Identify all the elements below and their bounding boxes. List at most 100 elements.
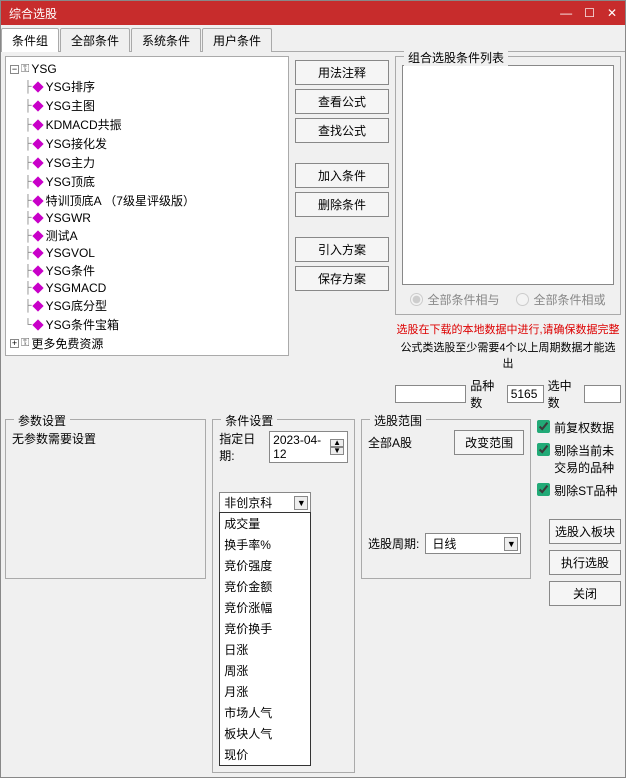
dropdown-option[interactable]: 板块人气 (220, 723, 310, 744)
period-label: 选股周期: (368, 535, 419, 552)
diamond-icon (32, 81, 43, 92)
diamond-icon (32, 247, 43, 258)
tab-condition-group[interactable]: 条件组 (1, 28, 59, 52)
diamond-icon (32, 157, 43, 168)
dropdown-option[interactable]: 竞价换手 (220, 618, 310, 639)
close-button[interactable]: 关闭 (549, 581, 621, 606)
warning-text-2: 公式类选股至少需要4个以上周期数据才能选出 (395, 339, 621, 371)
selected-count-value (584, 385, 621, 403)
blank-field[interactable] (395, 385, 466, 403)
field-dropdown-list[interactable]: 成交量 换手率% 竞价强度 竞价金额 竞价涨幅 竞价换手 日涨 周涨 月涨 市场… (219, 512, 311, 766)
params-group: 参数设置 无参数需要设置 (5, 419, 206, 579)
select-into-block-button[interactable]: 选股入板块 (549, 519, 621, 544)
tree-root-ysg[interactable]: − ⚿ YSG (10, 61, 284, 77)
chevron-down-icon[interactable]: ▼ (504, 537, 518, 551)
all-a-stocks-label: 全部A股 (368, 434, 412, 451)
expand-icon[interactable]: + (10, 339, 19, 348)
condition-tree[interactable]: − ⚿ YSG ├YSG排序 ├YSG主图 ├KDMACD共振 ├YSG接化发 … (5, 56, 289, 356)
diamond-icon (32, 265, 43, 276)
field-combo[interactable]: 非创京科 ▼ (219, 492, 311, 513)
dropdown-option[interactable]: 成交量 (220, 513, 310, 534)
combo-condition-list[interactable] (402, 65, 614, 285)
warning-text-1: 选股在下载的本地数据中进行,请确保数据完整 (395, 321, 621, 337)
collapse-icon[interactable]: − (10, 65, 19, 74)
variety-count-label: 品种数 (470, 377, 503, 411)
tree-item[interactable]: ├YSGVOL (10, 245, 284, 261)
scope-group: 选股范围 全部A股 改变范围 选股周期: 日线 ▼ (361, 419, 531, 579)
tab-all-conditions[interactable]: 全部条件 (60, 28, 130, 52)
tree-item[interactable]: ├YSG底分型 (10, 296, 284, 315)
variety-count-value: 5165 (507, 385, 544, 403)
diamond-icon (32, 319, 43, 330)
maximize-icon[interactable]: ☐ (584, 6, 595, 20)
dropdown-option[interactable]: 竞价金额 (220, 576, 310, 597)
find-formula-button[interactable]: 查找公式 (295, 118, 389, 143)
group-legend: 选股范围 (370, 412, 426, 429)
dropdown-option[interactable]: 换手率% (220, 534, 310, 555)
window-title: 综合选股 (9, 5, 57, 22)
action-button-column: 用法注释 查看公式 查找公式 加入条件 删除条件 引入方案 保存方案 (295, 56, 389, 411)
date-down-icon[interactable]: ▼ (330, 447, 344, 455)
usage-notes-button[interactable]: 用法注释 (295, 60, 389, 85)
run-selection-button[interactable]: 执行选股 (549, 550, 621, 575)
dropdown-option[interactable]: 市场人气 (220, 702, 310, 723)
diamond-icon (32, 138, 43, 149)
tree-item[interactable]: └YSG条件宝箱 (10, 315, 284, 334)
date-label: 指定日期: (219, 430, 265, 464)
tree-item[interactable]: ├特训顶底A （7级星评级版） (10, 191, 284, 210)
group-legend: 条件设置 (221, 412, 277, 429)
dropdown-option[interactable]: 周涨 (220, 660, 310, 681)
tree-item[interactable]: ├YSG顶底 (10, 172, 284, 191)
dropdown-option[interactable]: 月涨 (220, 681, 310, 702)
add-condition-button[interactable]: 加入条件 (295, 163, 389, 188)
diamond-icon (32, 230, 43, 241)
key-icon: ⚿ (21, 63, 29, 76)
diamond-icon (32, 282, 43, 293)
save-plan-button[interactable]: 保存方案 (295, 266, 389, 291)
date-input[interactable]: 2023-04-12 ▲ ▼ (269, 431, 348, 463)
tree-item[interactable]: ├YSGWR (10, 210, 284, 226)
tab-user-conditions[interactable]: 用户条件 (202, 28, 272, 52)
view-formula-button[interactable]: 查看公式 (295, 89, 389, 114)
tree-item[interactable]: ├KDMACD共振 (10, 115, 284, 134)
diamond-icon (32, 195, 43, 206)
dropdown-option[interactable]: 日涨 (220, 639, 310, 660)
tree-item[interactable]: ├YSG接化发 (10, 134, 284, 153)
diamond-icon (32, 100, 43, 111)
tree-item[interactable]: ├YSG主图 (10, 96, 284, 115)
window-controls: — ☐ ✕ (560, 6, 617, 20)
radio-or[interactable]: 全部条件相或 (516, 291, 605, 308)
key-icon: ⚿ (21, 337, 29, 350)
close-icon[interactable]: ✕ (607, 6, 617, 20)
dropdown-option[interactable]: 竞价强度 (220, 555, 310, 576)
check-exclude-nontrading[interactable]: 剔除当前未交易的品种 (537, 442, 621, 476)
tree-item[interactable]: ├YSGMACD (10, 280, 284, 296)
tree-item[interactable]: ├测试A (10, 226, 284, 245)
tab-bar: 条件组 全部条件 系统条件 用户条件 (1, 25, 625, 52)
diamond-icon (32, 176, 43, 187)
tree-item[interactable]: ├YSG主力 (10, 153, 284, 172)
combo-condition-group: 组合选股条件列表 全部条件相与 全部条件相或 (395, 56, 621, 315)
tree-item[interactable]: ├YSG排序 (10, 77, 284, 96)
delete-condition-button[interactable]: 删除条件 (295, 192, 389, 217)
check-exclude-st[interactable]: 剔除ST品种 (537, 482, 621, 499)
group-legend: 组合选股条件列表 (404, 49, 508, 66)
chevron-down-icon[interactable]: ▼ (294, 496, 308, 510)
tab-system-conditions[interactable]: 系统条件 (131, 28, 201, 52)
minimize-icon[interactable]: — (560, 6, 572, 20)
radio-and[interactable]: 全部条件相与 (410, 291, 499, 308)
dropdown-option[interactable]: 现价 (220, 744, 310, 765)
group-legend: 参数设置 (14, 412, 70, 429)
diamond-icon (32, 300, 43, 311)
tree-item[interactable]: ├YSG条件 (10, 261, 284, 280)
period-combo[interactable]: 日线 ▼ (425, 533, 521, 554)
dropdown-option[interactable]: 竞价涨幅 (220, 597, 310, 618)
condition-settings-group: 条件设置 指定日期: 2023-04-12 ▲ ▼ 非创京科 ▼ 成交量 换 (212, 419, 355, 773)
diamond-icon (32, 212, 43, 223)
options-checks: 前复权数据 剔除当前未交易的品种 剔除ST品种 选股入板块 执行选股 关闭 (537, 419, 621, 773)
import-plan-button[interactable]: 引入方案 (295, 237, 389, 262)
change-scope-button[interactable]: 改变范围 (454, 430, 524, 455)
titlebar: 综合选股 — ☐ ✕ (1, 1, 625, 25)
check-forward-adjust[interactable]: 前复权数据 (537, 419, 621, 436)
tree-root-more[interactable]: + ⚿ 更多免费资源 (10, 334, 284, 353)
